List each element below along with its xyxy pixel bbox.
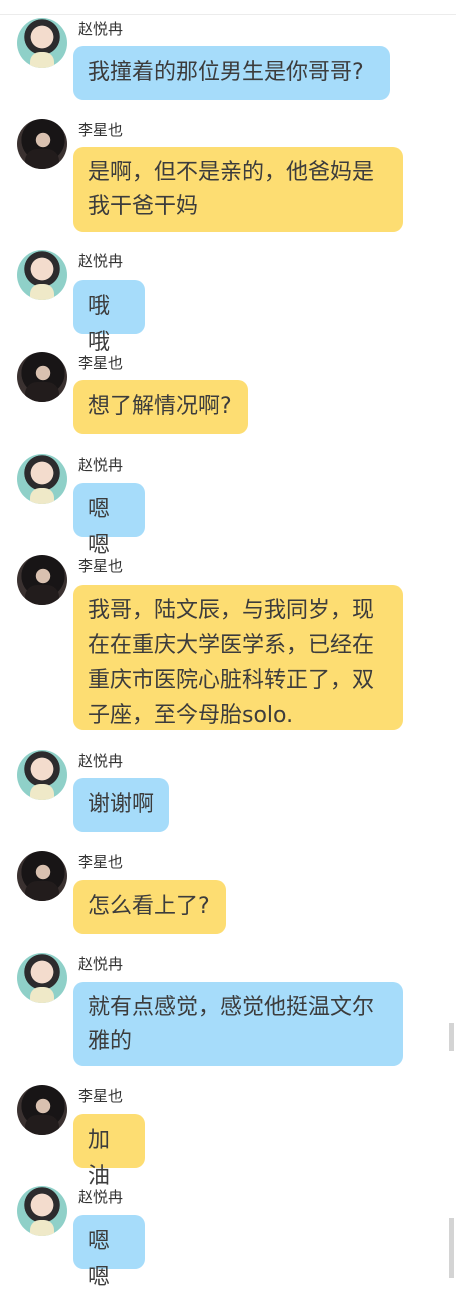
scrollbar-mark[interactable]	[449, 1023, 454, 1051]
sender-name: 赵悦冉	[78, 20, 124, 38]
avatar[interactable]	[17, 18, 67, 68]
avatar[interactable]	[17, 454, 67, 504]
avatar[interactable]	[17, 1186, 67, 1236]
message-bubble[interactable]: 就有点感觉，感觉他挺温文尔雅的	[73, 982, 403, 1066]
avatar[interactable]	[17, 953, 67, 1003]
avatar[interactable]	[17, 1085, 67, 1135]
sender-name: 李星也	[78, 1087, 124, 1105]
message-bubble[interactable]: 嗯嗯	[73, 1215, 145, 1290]
avatar[interactable]	[17, 119, 67, 169]
sender-name: 李星也	[78, 557, 124, 575]
sender-name: 李星也	[78, 121, 124, 139]
message-bubble[interactable]: 谢谢啊	[73, 778, 169, 832]
avatar[interactable]	[17, 555, 67, 605]
sender-name: 赵悦冉	[78, 456, 124, 474]
sender-name: 赵悦冉	[78, 252, 124, 270]
message-bubble[interactable]: 哦哦	[73, 280, 145, 355]
message-bubble[interactable]: 我哥，陆文辰，与我同岁，现在在重庆大学医学系，已经在重庆市医院心脏科转正了，双子…	[73, 585, 403, 730]
message-bubble[interactable]: 嗯嗯	[73, 483, 145, 558]
message-bubble[interactable]: 是啊，但不是亲的，他爸妈是我干爸干妈	[73, 147, 403, 232]
avatar[interactable]	[17, 250, 67, 300]
avatar[interactable]	[17, 750, 67, 800]
scrollbar-thumb[interactable]	[449, 1218, 454, 1278]
top-divider	[0, 14, 456, 15]
sender-name: 赵悦冉	[78, 752, 124, 770]
message-bubble[interactable]: 怎么看上了?	[73, 880, 226, 934]
sender-name: 李星也	[78, 354, 124, 372]
sender-name: 赵悦冉	[78, 955, 124, 973]
message-bubble[interactable]: 想了解情况啊?	[73, 380, 248, 434]
sender-name: 李星也	[78, 853, 124, 871]
message-bubble[interactable]: 加油	[73, 1114, 145, 1189]
avatar[interactable]	[17, 352, 67, 402]
avatar[interactable]	[17, 851, 67, 901]
message-bubble[interactable]: 我撞着的那位男生是你哥哥?	[73, 46, 390, 100]
sender-name: 赵悦冉	[78, 1188, 124, 1206]
